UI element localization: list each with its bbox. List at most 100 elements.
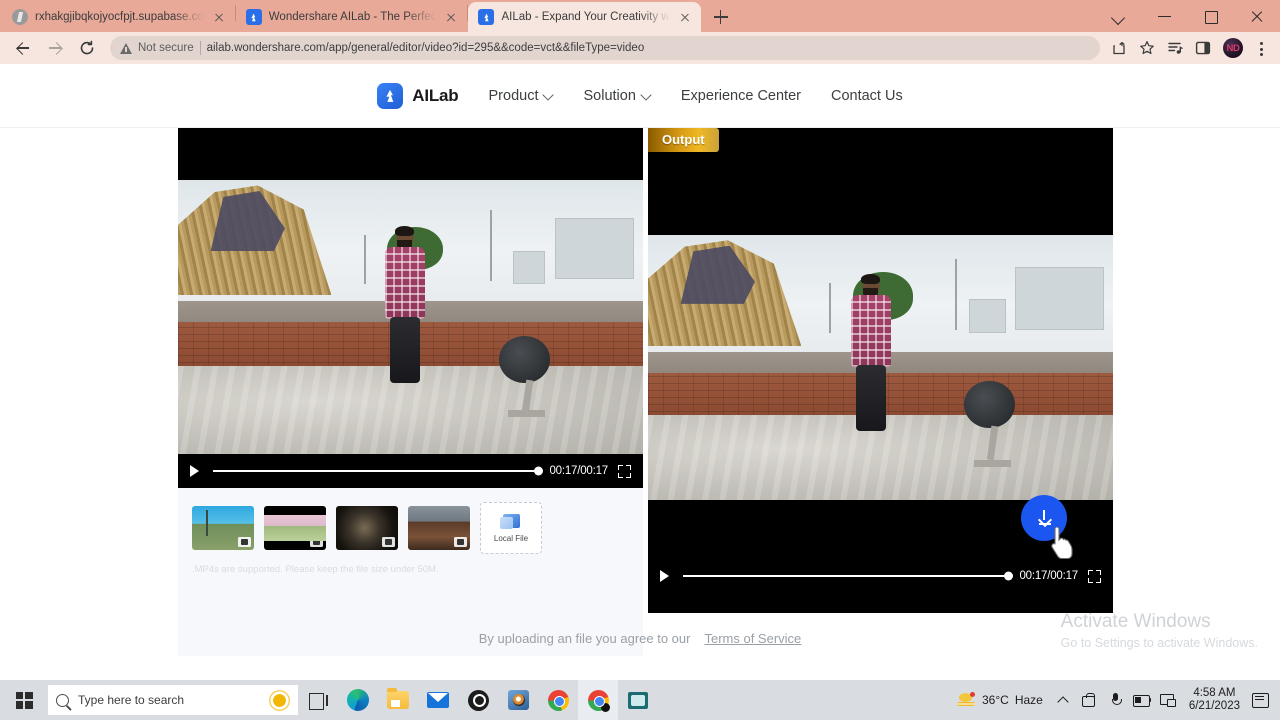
progress-bar[interactable] (213, 466, 544, 476)
chrome-active-icon[interactable] (578, 680, 618, 720)
browser-tab-2[interactable]: Wondershare AILab - The Perfec (236, 2, 468, 32)
clock-date: 6/21/2023 (1188, 700, 1240, 712)
progress-handle[interactable] (534, 466, 544, 476)
cortana-icon[interactable] (269, 689, 290, 711)
browser-menu-button[interactable] (1250, 35, 1272, 61)
back-button[interactable] (8, 33, 38, 63)
weather-widget[interactable]: 36°C Haze (949, 692, 1051, 708)
mail-icon[interactable] (418, 680, 458, 720)
building (554, 218, 634, 279)
taskbar-apps (298, 680, 658, 720)
pole (954, 258, 957, 331)
battery-icon[interactable] (1129, 680, 1155, 720)
forward-button[interactable] (40, 33, 70, 63)
chevron-down-icon[interactable] (1096, 0, 1142, 32)
video-badge-icon (382, 537, 395, 547)
teal-app-icon[interactable] (618, 680, 658, 720)
time-display: 00:17/00:17 (549, 465, 608, 477)
taskbar-search[interactable]: Type here to search (48, 685, 298, 715)
thumbnail-sample-tire-closeup[interactable] (336, 506, 398, 550)
site-header: AILab Product Solution Experience Center… (0, 64, 1280, 128)
camera-icon[interactable] (1077, 680, 1103, 720)
fullscreen-icon[interactable] (1088, 569, 1101, 583)
local-file-upload-tile[interactable]: Local File (480, 502, 542, 554)
video-badge-icon (310, 537, 323, 547)
site-nav: Product Solution Experience Center Conta… (489, 88, 903, 104)
progress-bar[interactable] (683, 571, 1014, 581)
side-panel-icon[interactable] (1190, 35, 1216, 61)
thumbnail-sample-railway[interactable] (192, 506, 254, 550)
source-panel: 00:17/00:17 Local File .MP4s are support… (178, 128, 643, 656)
close-icon[interactable] (211, 9, 227, 25)
reload-icon[interactable] (72, 33, 102, 63)
search-placeholder: Type here to search (78, 693, 185, 707)
chrome-icon[interactable] (538, 680, 578, 720)
source-video-player[interactable]: 00:17/00:17 (178, 128, 643, 488)
obs-icon[interactable] (458, 680, 498, 720)
satellite-dish (498, 336, 550, 383)
download-icon (1036, 509, 1053, 527)
url-text: ailab.wondershare.com/app/general/editor… (206, 42, 645, 54)
bookmark-star-icon[interactable] (1134, 35, 1160, 61)
new-tab-button[interactable] (707, 3, 735, 31)
task-view-icon[interactable] (298, 680, 338, 720)
minimize-button[interactable] (1142, 0, 1188, 32)
thumbnail-sample-street-market[interactable] (408, 506, 470, 550)
browser-toolbar: Not secure ailab.wondershare.com/app/gen… (0, 32, 1280, 64)
ailab-icon (478, 9, 495, 25)
output-video-player[interactable]: 00:17/00:17 (648, 128, 1113, 593)
fullscreen-icon[interactable] (618, 464, 631, 478)
nav-item-contact-us[interactable]: Contact Us (831, 88, 903, 104)
nav-label: Product (488, 87, 539, 104)
reading-list-icon[interactable] (1162, 35, 1188, 61)
notifications-icon[interactable] (1248, 680, 1274, 720)
output-video-frame (648, 235, 1113, 500)
ailab-logo-icon (377, 82, 404, 109)
brand-name: AILab (412, 85, 459, 105)
file-explorer-icon[interactable] (378, 680, 418, 720)
toolbar-actions: ND (1106, 35, 1272, 61)
play-button[interactable] (190, 465, 199, 477)
browser-tab-1[interactable]: rxhakgjibqkojyocfpjt.supabase.co (2, 2, 235, 32)
close-icon[interactable] (677, 9, 693, 25)
brand-logo[interactable]: AILab (377, 82, 459, 109)
terms-of-service-link[interactable]: Terms of Service (704, 631, 801, 646)
media-player-icon[interactable] (498, 680, 538, 720)
window-close-button[interactable] (1234, 0, 1280, 32)
close-icon[interactable] (443, 9, 459, 25)
time-display: 00:17/00:17 (1019, 570, 1078, 582)
building (1015, 266, 1104, 331)
avatar[interactable]: ND (1223, 38, 1243, 58)
network-icon[interactable] (1155, 680, 1181, 720)
edge-icon[interactable] (338, 680, 378, 720)
taskbar-clock[interactable]: 4:58 AM 6/21/2023 (1181, 687, 1248, 713)
thumbnail-sample-blossom-road[interactable] (264, 506, 326, 550)
pole (829, 282, 832, 334)
browser-tab-title: Wondershare AILab - The Perfec (268, 11, 437, 23)
browser-tab-strip: rxhakgjibqkojyocfpjt.supabase.co Wonders… (0, 0, 1280, 32)
weather-condition: Haze (1014, 693, 1043, 707)
not-secure-warning-icon (120, 42, 132, 54)
nav-item-solution[interactable]: Solution (583, 88, 650, 104)
maximize-button[interactable] (1188, 0, 1234, 32)
play-button[interactable] (660, 570, 669, 582)
nav-item-experience-center[interactable]: Experience Center (681, 88, 801, 104)
person-pants (855, 364, 886, 431)
security-label: Not secure (138, 42, 194, 54)
mouse-cursor-pointer (1049, 526, 1075, 560)
person-shirt (384, 246, 425, 319)
progress-handle[interactable] (1004, 571, 1014, 581)
clock-time: 4:58 AM (1193, 687, 1236, 699)
start-button[interactable] (0, 680, 48, 720)
nav-label: Solution (583, 87, 636, 104)
browser-tab-3[interactable]: AILab - Expand Your Creativity w (468, 2, 701, 32)
video-badge-icon (238, 537, 251, 547)
video-editor: 00:17/00:17 Local File .MP4s are support… (0, 128, 1280, 656)
microphone-icon[interactable] (1103, 680, 1129, 720)
page-viewport: AILab Product Solution Experience Center… (0, 64, 1280, 656)
nav-item-product[interactable]: Product (489, 88, 554, 104)
address-bar[interactable]: Not secure ailab.wondershare.com/app/gen… (110, 36, 1100, 60)
share-icon[interactable] (1106, 35, 1132, 61)
person-pants (389, 316, 420, 383)
show-hidden-icons-button[interactable] (1051, 680, 1077, 720)
